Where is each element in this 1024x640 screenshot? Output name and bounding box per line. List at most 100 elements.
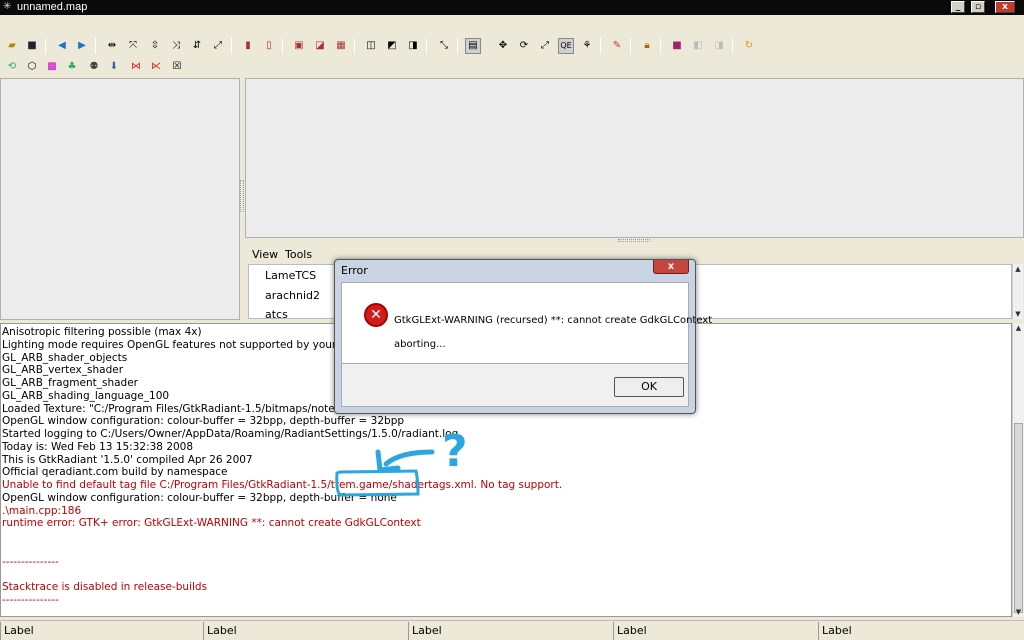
console-line: --------------- [2, 555, 59, 568]
patch-inspector-icon[interactable]: ◧ [690, 38, 706, 54]
console-line: Anisotropic filtering possible (max 4x) [2, 326, 202, 338]
dialog-footer: OK [341, 364, 689, 407]
console-line: Stacktrace is disabled in release-builds [2, 581, 208, 593]
camera-view-icon[interactable]: ▤ [465, 38, 481, 54]
status-label: Label [408, 622, 613, 640]
console-line: GL_ARB_vertex_shader [2, 364, 124, 377]
toolbar-separator [45, 38, 46, 54]
dialog-message: GtkGLExt-WARNING (recursed) **: cannot c… [394, 315, 713, 326]
error-icon: ✕ [364, 303, 388, 327]
cancel-box-icon[interactable]: ☒ [169, 59, 185, 75]
rotate-x-icon[interactable]: ⤧ [125, 38, 141, 54]
window-title: unnamed.map [17, 1, 88, 13]
select-inside-icon[interactable]: ▯ [261, 38, 277, 54]
console-line: GL_ARB_shader_objects [2, 351, 128, 364]
tree-icon[interactable]: ♣ [64, 59, 80, 75]
flip-x-icon[interactable]: ⇹ [104, 38, 120, 54]
entity-icon[interactable]: ■ [669, 38, 685, 54]
error-dialog: Error x ✕ GtkGLExt-WARNING (recursed) **… [334, 259, 712, 414]
open-icon[interactable]: ▰ [4, 38, 20, 54]
status-label: Label [0, 622, 203, 640]
pane-splitter-vertical[interactable] [240, 180, 244, 212]
surface-inspector-icon[interactable]: ◨ [711, 38, 727, 54]
rotate-y-icon[interactable]: ⤨ [168, 38, 184, 54]
toolbar-separator [354, 38, 355, 54]
console-line: Official qeradiant.com build by namespac… [2, 466, 228, 479]
console-line: .\main.cpp:186 [2, 504, 82, 517]
texture-lock-icon[interactable]: ◩ [384, 38, 400, 54]
texture-icon[interactable]: ▩ [44, 59, 60, 75]
flip-y-icon[interactable]: ⇳ [147, 38, 163, 54]
ok-button[interactable]: OK [614, 377, 684, 397]
toolbar-separator [95, 38, 96, 54]
shader-list-scrollbar[interactable]: ▲ ▼ [1012, 264, 1023, 319]
translate-icon[interactable]: ✥ [495, 38, 511, 54]
minimize-button[interactable]: _ [951, 1, 965, 13]
maximize-button[interactable]: ▫ [971, 1, 985, 13]
dialog-title: Error [341, 264, 368, 277]
toolbar-separator [732, 38, 733, 54]
entity-model-icon[interactable]: ⚉ [86, 59, 102, 75]
hollow-icon[interactable]: ▦ [333, 38, 349, 54]
scroll-down-icon[interactable]: ▼ [1013, 607, 1024, 617]
filter-icon[interactable]: ✎ [609, 38, 625, 54]
patch-icon[interactable]: ⚘ [579, 38, 595, 54]
main-toolbar: ▰ ■ ◀ ▶ ⇹ ⤧ ⇳ ⤨ ⇵ ⤢ ▮ ▯ ▣ ◪ ▦ ◫ ◩ ◨ ⤡ ▤ … [0, 36, 1024, 56]
dialog-submessage: aborting... [394, 339, 446, 350]
csg-merge-icon[interactable]: ◪ [312, 38, 328, 54]
csg-subtract-icon[interactable]: ▣ [291, 38, 307, 54]
lock-icon[interactable]: 🔒︎ [639, 38, 655, 54]
status-bar: Label Label Label Label Label [0, 620, 1024, 640]
console-line: GL_ARB_shading_language_100 [2, 389, 170, 402]
toolbar-separator [282, 38, 283, 54]
qe-mode-icon[interactable]: QE [558, 38, 574, 54]
console-line: OpenGL window configuration: colour-buff… [2, 491, 397, 504]
close-button[interactable]: x [995, 1, 1015, 13]
console-line: GL_ARB_fragment_shader [2, 377, 138, 389]
scale-icon[interactable]: ⤢ [537, 38, 553, 54]
select-complete-tall-icon[interactable]: ▮ [240, 38, 256, 54]
undo-icon[interactable]: ◀ [54, 38, 70, 54]
drop-icon[interactable]: ⬇ [106, 59, 122, 75]
mirror-alt-icon[interactable]: ⋉ [148, 59, 164, 75]
console-line: Loaded Texture: "C:/Program Files/GtkRad… [2, 402, 373, 415]
menu-view[interactable]: View [252, 248, 278, 261]
list-item[interactable]: arachnid2 [265, 289, 320, 302]
scroll-up-icon[interactable]: ▲ [1013, 323, 1024, 333]
flip-z-icon[interactable]: ⇵ [189, 38, 205, 54]
refresh-shaders-icon[interactable]: ↻ [741, 38, 757, 54]
rotate-lock-icon[interactable]: ◨ [405, 38, 421, 54]
mirror-icon[interactable]: ⋈ [128, 59, 144, 75]
dialog-close-button[interactable]: x [653, 260, 689, 274]
title-bar: ✳ unnamed.map _ ▫ x [0, 0, 1024, 15]
camera-view-pane[interactable] [245, 78, 1024, 238]
menu-tools[interactable]: Tools [285, 248, 312, 261]
console-line: --------------- [2, 593, 59, 606]
scroll-thumb[interactable] [1014, 423, 1023, 613]
redo-icon[interactable]: ▶ [74, 38, 90, 54]
rotate-z-icon[interactable]: ⤢ [210, 38, 226, 54]
console-scrollbar[interactable]: ▲ ▼ [1012, 323, 1024, 617]
scroll-down-icon[interactable]: ▼ [1013, 309, 1023, 319]
clipper-icon[interactable]: ◫ [363, 38, 379, 54]
save-icon[interactable]: ■ [24, 38, 40, 54]
console-line: OpenGL window configuration: colour-buff… [2, 415, 405, 428]
scroll-up-icon[interactable]: ▲ [1013, 264, 1023, 274]
cycle-icon[interactable]: ⟲ [4, 59, 20, 75]
hexagon-icon[interactable]: ⬡ [24, 59, 40, 75]
xy-view-pane[interactable] [0, 78, 240, 320]
dialog-body: ✕ GtkGLExt-WARNING (recursed) **: cannot… [341, 282, 712, 364]
toolbar-separator [600, 38, 601, 54]
status-label: Label [818, 622, 1024, 640]
status-label: Label [203, 622, 408, 640]
list-item[interactable]: atcs [265, 308, 288, 318]
pane-splitter-horizontal[interactable] [618, 239, 650, 242]
rotate-icon[interactable]: ⟳ [516, 38, 532, 54]
list-item[interactable]: LameTCS [265, 269, 316, 282]
console-line: This is GtkRadiant '1.5.0' compiled Apr … [2, 453, 253, 466]
view-change-icon[interactable]: ⤡ [436, 38, 452, 54]
radiant-icon: ✳ [3, 1, 12, 12]
toolbar-separator [630, 38, 631, 54]
console-line: Started logging to C:/Users/Owner/AppDat… [2, 428, 459, 440]
console-line: Lighting mode requires OpenGL features n… [2, 338, 385, 351]
